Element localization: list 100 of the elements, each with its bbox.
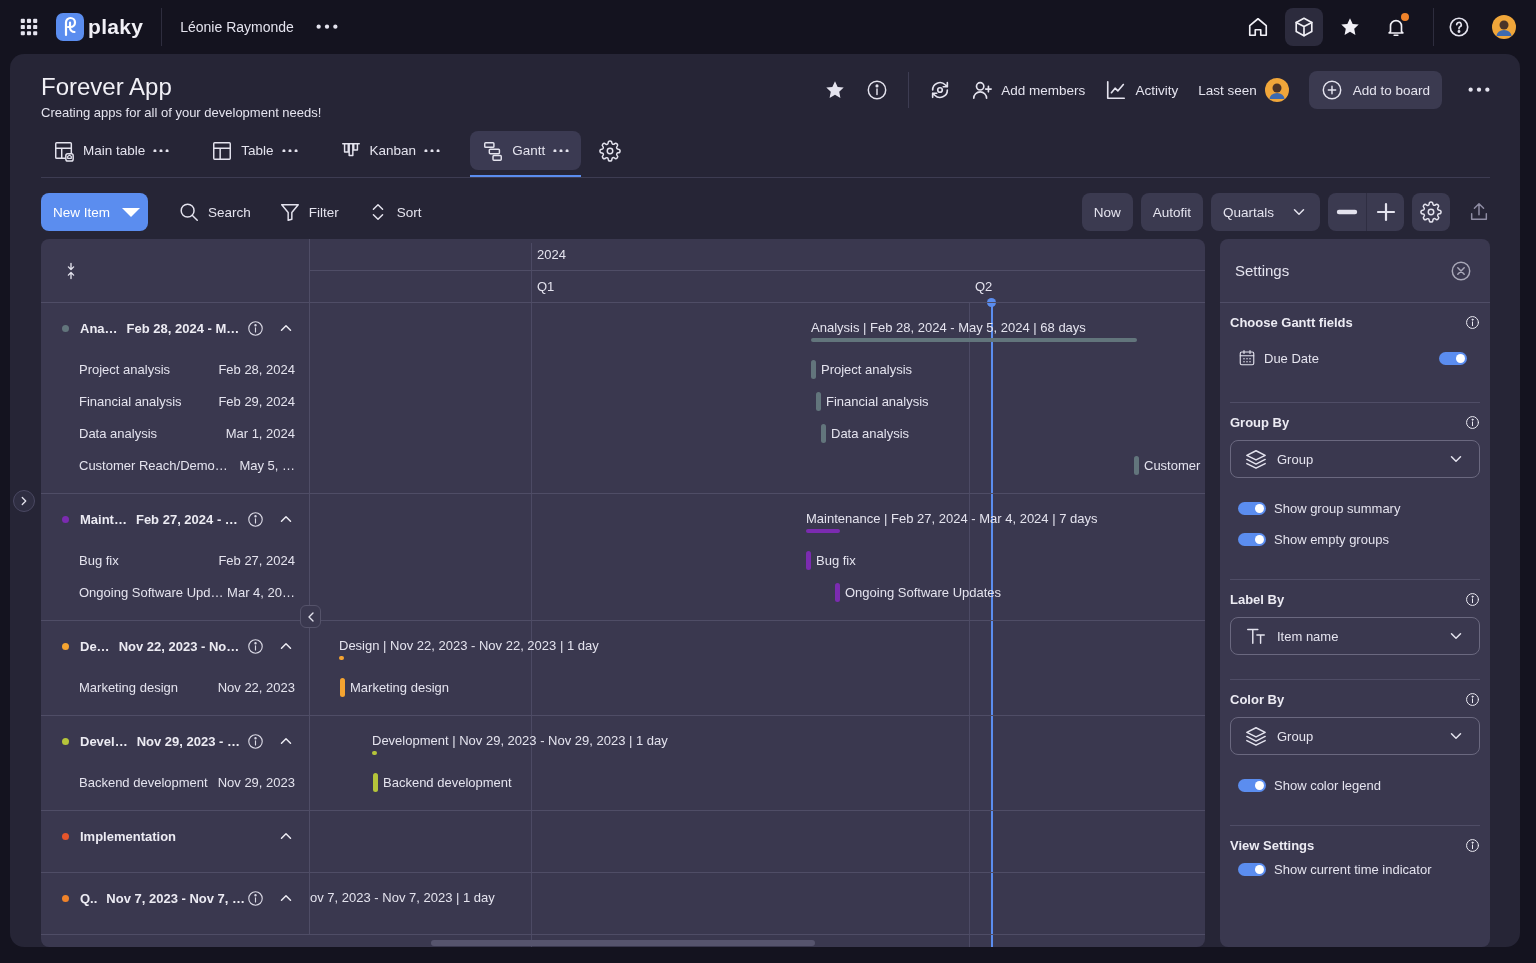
quarter-label: Q2 bbox=[975, 279, 993, 294]
minus-icon bbox=[1336, 209, 1358, 215]
board-title: Forever App bbox=[41, 72, 173, 102]
gantt-settings-button[interactable] bbox=[1412, 193, 1450, 231]
item-date: Nov 29, 2023 bbox=[217, 774, 295, 790]
calendar-icon bbox=[1238, 349, 1256, 367]
cube-icon bbox=[1293, 16, 1315, 38]
settings-icon bbox=[1420, 201, 1442, 223]
collapse-column-button[interactable] bbox=[300, 605, 321, 628]
more-icon bbox=[153, 148, 170, 153]
select-dropdown[interactable]: Group bbox=[1230, 717, 1480, 755]
autofit-button[interactable]: Autofit bbox=[1140, 193, 1203, 231]
group-name: Implementation bbox=[80, 828, 177, 844]
task-bar[interactable] bbox=[373, 772, 378, 792]
item-date: Mar 1, 2024 bbox=[225, 425, 295, 441]
table-icon bbox=[211, 139, 234, 162]
group-summary-label: Development | Nov 29, 2023 - Nov 29, 2023 | 1 day bbox=[372, 732, 668, 750]
group-summary-label: Design | Nov 22, 2023 - Nov 22, 2023 | 1 day bbox=[339, 637, 599, 655]
toggle-switch[interactable] bbox=[1238, 779, 1266, 792]
caret-icon bbox=[122, 207, 140, 217]
toggle-switch[interactable] bbox=[1439, 351, 1467, 365]
section-title: Color By bbox=[1230, 691, 1285, 707]
workspace-name[interactable]: Léonie Raymonde bbox=[180, 19, 294, 35]
select-dropdown[interactable]: Group bbox=[1230, 440, 1480, 478]
item-name[interactable]: Project analysis bbox=[79, 361, 171, 377]
logo-text: plaky bbox=[88, 15, 144, 39]
view-tab[interactable]: Main table bbox=[41, 131, 182, 170]
layers-icon bbox=[1245, 725, 1267, 747]
sort-button[interactable]: Sort bbox=[356, 193, 432, 231]
item-name[interactable]: Customer Reach/Demo… bbox=[79, 457, 228, 473]
group-dates: Nov 7, 2023 - Nov 7, … bbox=[106, 890, 246, 906]
item-name[interactable]: Bug fix bbox=[79, 552, 119, 568]
select-dropdown[interactable]: Item name bbox=[1230, 617, 1480, 655]
task-bar-label: Customer bbox=[1144, 457, 1201, 473]
toggle-switch[interactable] bbox=[1238, 502, 1266, 515]
item-name[interactable]: Backend development bbox=[79, 774, 208, 790]
section-title: Group By bbox=[1230, 414, 1290, 430]
item-name[interactable]: Data analysis bbox=[79, 425, 158, 441]
task-bar-label: Project analysis bbox=[821, 361, 913, 377]
avatar bbox=[1492, 15, 1516, 39]
group-name: De… bbox=[80, 638, 110, 654]
section-title: Label By bbox=[1230, 591, 1285, 607]
toggle-switch[interactable] bbox=[1238, 863, 1266, 876]
search-icon bbox=[178, 201, 200, 223]
toggle-label: Show color legend bbox=[1274, 778, 1381, 793]
group-name: Ana… bbox=[80, 320, 118, 336]
add-to-board-button[interactable]: Add to board bbox=[1308, 71, 1442, 109]
view-tab[interactable]: Table bbox=[199, 131, 310, 170]
search-button[interactable]: Search bbox=[168, 193, 261, 231]
layers-icon bbox=[1245, 448, 1267, 470]
home-icon bbox=[1247, 16, 1269, 38]
item-name[interactable]: Marketing design bbox=[79, 679, 178, 695]
item-date: Feb 27, 2024 bbox=[218, 552, 295, 568]
add-members-button[interactable]: Add members bbox=[971, 79, 1086, 101]
maintable-icon bbox=[53, 139, 75, 162]
notification-dot bbox=[1401, 13, 1409, 21]
quarter-label: Q1 bbox=[537, 279, 555, 294]
item-date: Feb 28, 2024 bbox=[218, 361, 295, 377]
toggle-label: Show current time indicator bbox=[1274, 862, 1432, 877]
task-bar[interactable] bbox=[340, 677, 345, 697]
group-name: Devel… bbox=[80, 733, 128, 749]
cube-button[interactable] bbox=[1285, 8, 1323, 46]
group-summary-bar bbox=[339, 656, 344, 660]
group-name: Q.. bbox=[80, 890, 98, 906]
last-seen-button[interactable]: Last seen bbox=[1198, 78, 1289, 102]
task-bar-label: Backend development bbox=[383, 774, 512, 790]
filter-button[interactable]: Filter bbox=[268, 193, 349, 231]
task-bar-label: Financial analysis bbox=[826, 393, 929, 409]
section-title: Choose Gantt fields bbox=[1230, 314, 1353, 330]
group-dates: Nov 22, 2023 - No… bbox=[118, 638, 240, 654]
board-description: Creating apps for all of your development needs! bbox=[41, 104, 322, 122]
item-date: Mar 4, 20… bbox=[227, 584, 295, 600]
plus-circle-icon bbox=[1320, 79, 1343, 101]
view-tab[interactable]: Kanban bbox=[327, 131, 453, 170]
item-date: May 5, … bbox=[239, 457, 295, 473]
section-title: View Settings bbox=[1230, 837, 1315, 853]
scale-dropdown[interactable]: Quartals bbox=[1210, 193, 1320, 231]
more-icon bbox=[424, 148, 441, 153]
toggle-label: Show empty groups bbox=[1274, 532, 1389, 547]
activity-button[interactable]: Activity bbox=[1105, 79, 1179, 101]
more-icon bbox=[281, 148, 298, 153]
task-bar-label: Bug fix bbox=[816, 552, 856, 568]
item-name[interactable]: Ongoing Software Upd… bbox=[79, 584, 224, 600]
year-label: 2024 bbox=[537, 247, 566, 262]
person-plus-icon bbox=[971, 79, 994, 101]
expand-sidebar-button[interactable] bbox=[13, 490, 35, 512]
item-date: Nov 22, 2023 bbox=[217, 679, 295, 695]
more-icon bbox=[553, 148, 570, 153]
task-bar-label: Data analysis bbox=[831, 425, 910, 441]
group-dates: Feb 27, 2024 - … bbox=[135, 511, 238, 527]
toggle-label: Show group summary bbox=[1274, 501, 1401, 516]
group-dates: Nov 29, 2023 - … bbox=[136, 733, 241, 749]
group-summary-label: ov 7, 2023 - Nov 7, 2023 | 1 day bbox=[310, 889, 495, 907]
field-label: Due Date bbox=[1264, 350, 1319, 366]
horizontal-scrollbar[interactable] bbox=[431, 940, 815, 946]
logo-icon bbox=[56, 13, 84, 41]
item-name[interactable]: Financial analysis bbox=[79, 393, 182, 409]
group-summary-bar bbox=[806, 529, 840, 533]
toggle-switch[interactable] bbox=[1238, 533, 1266, 546]
now-button[interactable]: Now bbox=[1081, 193, 1133, 231]
